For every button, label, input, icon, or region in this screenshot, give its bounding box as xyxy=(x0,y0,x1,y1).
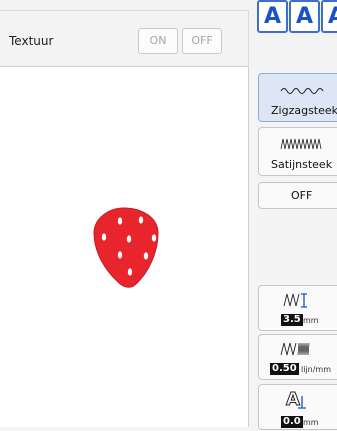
font-style-button-2[interactable]: A xyxy=(289,0,320,33)
text-offset-button[interactable]: A 0.0 mm xyxy=(258,384,337,430)
texture-on-button[interactable]: ON xyxy=(138,28,178,54)
text-baseline-icon: A xyxy=(286,389,306,410)
text-offset-unit: mm xyxy=(303,418,319,427)
strawberry-embroidery-image xyxy=(93,207,159,288)
stitch-density-unit: lijn/mm xyxy=(301,365,332,374)
stitch-type-satin-button[interactable]: Satijnsteek xyxy=(258,127,337,176)
embroidery-preview-canvas[interactable] xyxy=(0,67,249,427)
texture-off-button[interactable]: OFF xyxy=(182,28,222,54)
divider xyxy=(0,10,248,11)
stitch-width-button[interactable]: 3.5 mm xyxy=(258,285,337,331)
stitch-type-label: Satijnsteek xyxy=(271,158,333,171)
texture-label: Textuur xyxy=(9,34,54,48)
stitch-width-icon xyxy=(283,293,307,308)
satin-stitch-icon xyxy=(280,138,322,150)
text-offset-value: 0.0 xyxy=(281,416,303,428)
svg-text:A: A xyxy=(286,389,300,410)
stitch-density-icon xyxy=(280,342,310,356)
font-style-button-1[interactable]: A xyxy=(257,0,288,33)
stitch-width-unit: mm xyxy=(303,316,319,325)
stitch-density-value: 0.50 xyxy=(270,363,299,375)
stitch-type-zigzag-button[interactable]: Zigzagsteek xyxy=(258,73,337,122)
zigzag-stitch-icon xyxy=(280,88,324,94)
stitch-off-button[interactable]: OFF xyxy=(258,182,337,209)
stitch-width-value: 3.5 xyxy=(281,314,303,326)
font-style-button-3[interactable]: A xyxy=(321,0,337,33)
stitch-off-label: OFF xyxy=(291,189,313,202)
stitch-density-button[interactable]: 0.50 lijn/mm xyxy=(258,334,337,380)
stitch-type-label: Zigzagsteek xyxy=(271,104,337,117)
divider xyxy=(248,10,249,67)
